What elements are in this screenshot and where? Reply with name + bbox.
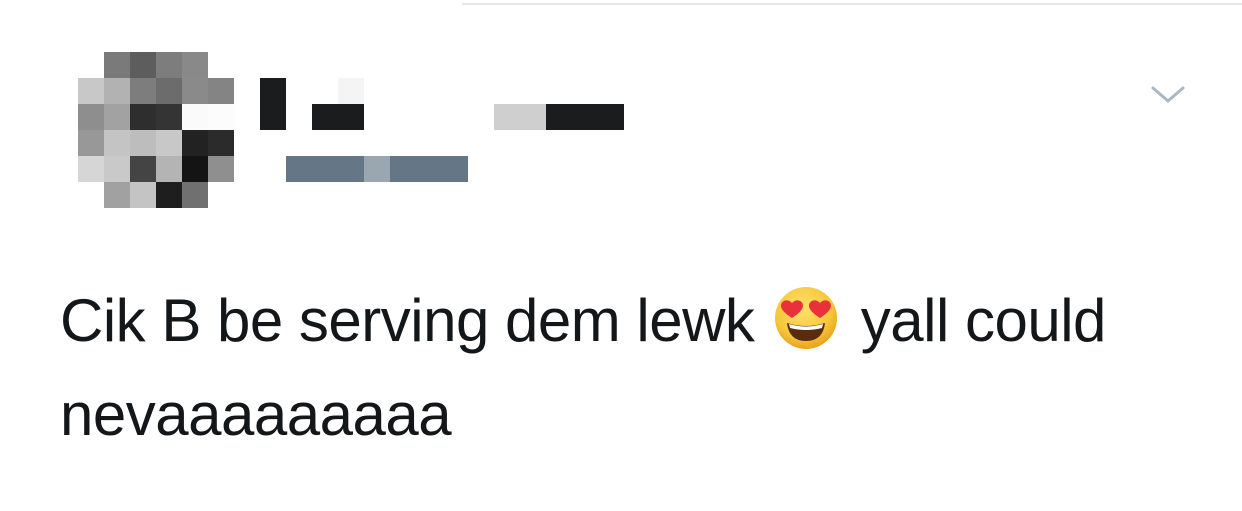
- avatar-pixel: [104, 130, 130, 156]
- avatar-pixel: [182, 156, 208, 182]
- redaction-block: [338, 78, 364, 104]
- avatar-pixel: [208, 156, 234, 182]
- avatar-pixel: [208, 130, 234, 156]
- avatar-pixel: [104, 156, 130, 182]
- redaction-block: [390, 156, 468, 182]
- avatar-pixel: [156, 78, 182, 104]
- redaction-block: [546, 104, 624, 130]
- avatar-pixel: [104, 52, 130, 78]
- avatar-pixel: [182, 52, 208, 78]
- avatar-pixel: [156, 52, 182, 78]
- avatar-pixel: [156, 130, 182, 156]
- avatar-pixel: [182, 78, 208, 104]
- avatar-pixel: [130, 104, 156, 130]
- top-divider: [462, 3, 1242, 5]
- avatar-pixel: [182, 182, 208, 208]
- redaction-block: [364, 156, 390, 182]
- avatar-pixel: [156, 182, 182, 208]
- avatar-pixel: [130, 182, 156, 208]
- avatar-pixel: [208, 78, 234, 104]
- avatar-pixel: [78, 130, 104, 156]
- redaction-block: [312, 104, 364, 130]
- tweet-text-part: Cik B be serving dem lewk: [60, 287, 771, 354]
- avatar-pixel: [156, 156, 182, 182]
- avatar-pixel: [78, 156, 104, 182]
- smiling-face-with-heart-eyes-icon: [773, 284, 839, 350]
- tweet-text: Cik B be serving dem lewk yall could nev…: [60, 274, 1200, 462]
- avatar-pixel: [130, 156, 156, 182]
- redaction-block: [286, 156, 364, 182]
- redaction-block: [494, 104, 546, 130]
- redaction-block: [260, 78, 286, 130]
- chevron-down-icon[interactable]: [1150, 82, 1186, 106]
- avatar-pixel: [78, 78, 104, 104]
- avatar-pixel: [182, 104, 208, 130]
- avatar-pixel: [208, 104, 234, 130]
- avatar-pixelated[interactable]: [78, 52, 234, 208]
- avatar-pixel: [156, 104, 182, 130]
- avatar-pixel: [104, 182, 130, 208]
- avatar-pixel: [78, 104, 104, 130]
- avatar-pixel: [104, 104, 130, 130]
- avatar-pixel: [130, 78, 156, 104]
- avatar-pixel: [130, 130, 156, 156]
- avatar-pixel: [130, 52, 156, 78]
- avatar-pixel: [182, 130, 208, 156]
- avatar-pixel: [104, 78, 130, 104]
